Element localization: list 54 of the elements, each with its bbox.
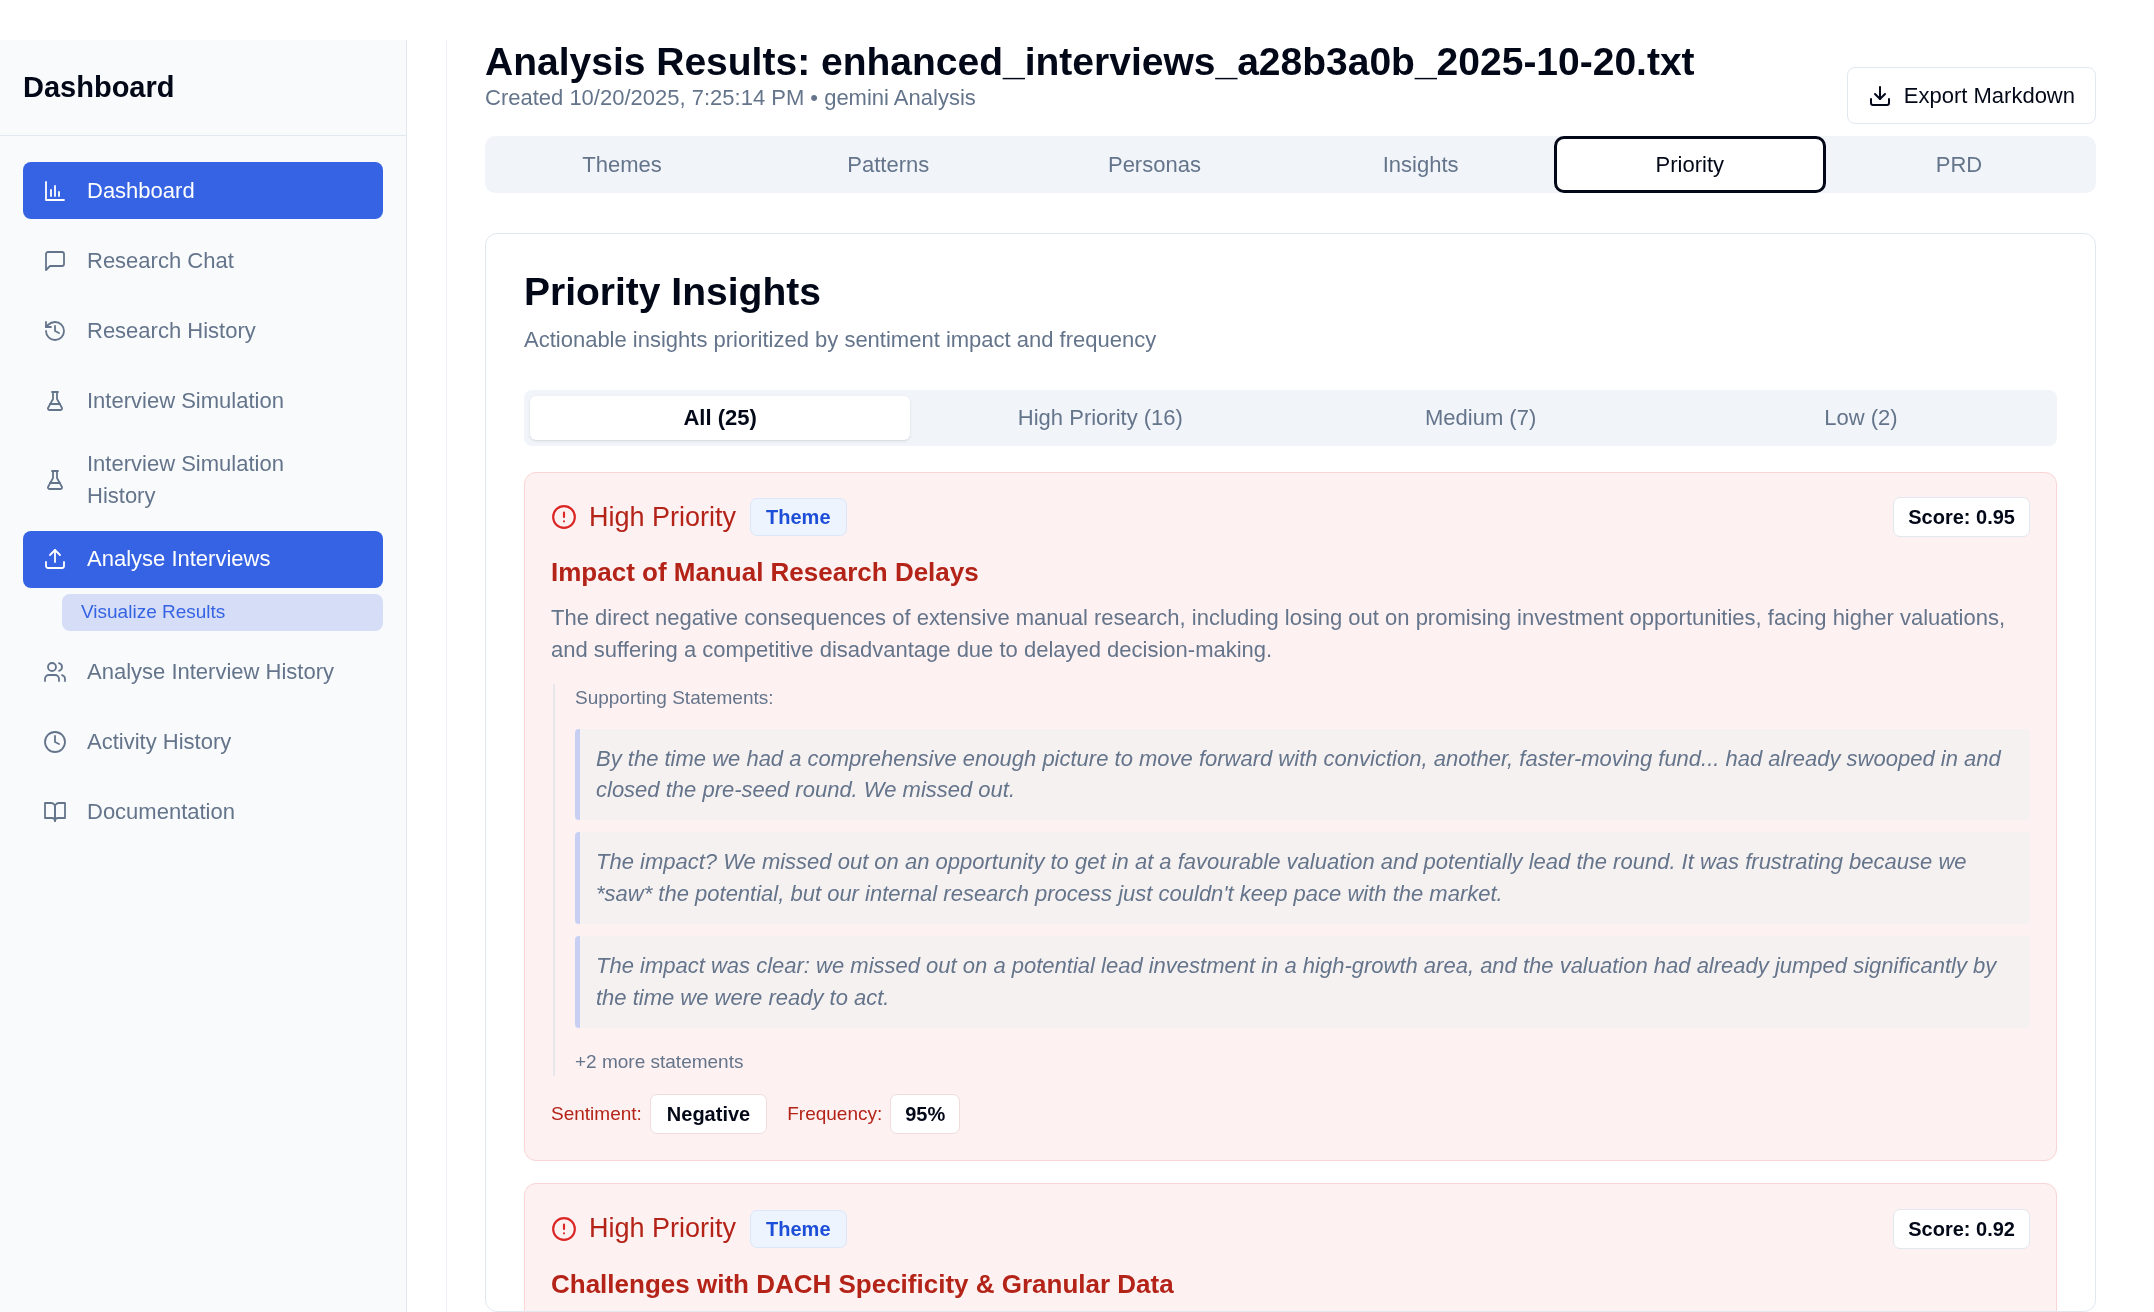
score-badge: Score: 0.95 bbox=[1893, 497, 2030, 537]
type-tag: Theme bbox=[750, 498, 847, 536]
sidebar-item[interactable]: Research Chat bbox=[23, 232, 383, 289]
page-title: Analysis Results: enhanced_interviews_a28b3a0b_2025-10-20.txt bbox=[485, 40, 1695, 85]
chat-bubble-icon bbox=[43, 248, 67, 273]
insight-title: Challenges with DACH Specificity & Granular Data bbox=[551, 1267, 1175, 1301]
insight-title: Impact of Manual Research Delays bbox=[551, 556, 980, 590]
tab[interactable]: Themes bbox=[489, 136, 756, 193]
tab[interactable]: Patterns bbox=[755, 136, 1022, 193]
sidebar-item[interactable]: Research History bbox=[23, 302, 383, 359]
supporting-quote: The impact? We missed out on an opportunity to get in at a favourable valuation and potentially lead the round. It was frustrating because we *saw* the potential, but our internal research process just couldn't keep pace with the market. bbox=[575, 832, 2030, 925]
alert-circle-icon bbox=[551, 504, 577, 530]
sidebar-item[interactable]: Interview Simulation bbox=[23, 372, 383, 429]
supporting-quote: By the time we had a comprehensive enough picture to move forward with conviction, another, faster-moving fund... had already swooped in and closed the pre-seed round. We missed out. bbox=[575, 728, 2030, 821]
priority-label: High Priority bbox=[589, 500, 737, 534]
filter-tab[interactable]: Medium (7) bbox=[1290, 395, 1671, 440]
download-icon bbox=[1867, 83, 1892, 108]
sidebar-item[interactable]: Activity History bbox=[23, 713, 383, 771]
score-badge: Score: 0.92 bbox=[1893, 1208, 2030, 1249]
supporting-quote: The impact was clear: we missed out on a potential lead investment in a high-growth area, and the valuation had already jumped significantly by the time we were ready to act. bbox=[575, 936, 2030, 1028]
filter-tab[interactable]: Low (2) bbox=[1670, 395, 2051, 440]
filter-tab[interactable]: High Priority (16) bbox=[910, 395, 1291, 440]
sidebar-item[interactable]: Documentation bbox=[23, 783, 383, 841]
more-statements-text: +2 more statements bbox=[575, 1049, 745, 1074]
history-icon bbox=[43, 318, 67, 343]
sidebar-item[interactable]: Interview Simulation History bbox=[23, 442, 383, 518]
tab[interactable]: Personas bbox=[1021, 136, 1288, 193]
tab[interactable]: Insights bbox=[1287, 136, 1554, 193]
sidebar-item[interactable]: Dashboard bbox=[23, 162, 383, 219]
sidebar-item[interactable]: Analyse Interview History bbox=[23, 643, 383, 701]
clock-icon bbox=[43, 730, 67, 755]
book-icon bbox=[43, 800, 67, 825]
sentiment-value: Negative bbox=[649, 1094, 768, 1135]
priority-label: High Priority bbox=[589, 1212, 737, 1246]
statements-label: Supporting Statements: bbox=[575, 686, 775, 711]
panel-title: Priority Insights bbox=[524, 269, 822, 315]
bar-chart-icon bbox=[43, 178, 67, 203]
sidebar-title: Dashboard bbox=[23, 69, 175, 105]
type-tag: Theme bbox=[750, 1209, 847, 1248]
insight-description: The direct negative consequences of extensive manual research, including losing out on promising investment opportunities, facing higher valuations, and suffering a competitive disadvantage due to delayed decision-making. bbox=[551, 604, 2007, 665]
sidebar-item[interactable]: Analyse Interviews bbox=[23, 530, 383, 588]
frequency-value: 95% bbox=[890, 1094, 961, 1135]
upload-icon bbox=[43, 547, 67, 572]
page-subtitle: Created 10/20/2025, 7:25:14 PM • gemini Analysis bbox=[485, 84, 977, 112]
frequency-label: Frequency: bbox=[787, 1102, 883, 1127]
filter-tab[interactable]: All (25) bbox=[530, 395, 911, 440]
sentiment-label: Sentiment: bbox=[551, 1102, 642, 1127]
panel-subtitle: Actionable insights prioritized by sentiment impact and frequency bbox=[524, 325, 1158, 354]
alert-circle-icon bbox=[551, 1215, 577, 1242]
sidebar-subitem[interactable]: Visualize Results bbox=[62, 593, 383, 631]
tab[interactable]: PRD bbox=[1825, 136, 2093, 193]
export-markdown-button[interactable]: Export Markdown bbox=[1846, 67, 2096, 124]
users-icon bbox=[43, 660, 67, 685]
tab[interactable]: Priority bbox=[1553, 136, 1826, 193]
